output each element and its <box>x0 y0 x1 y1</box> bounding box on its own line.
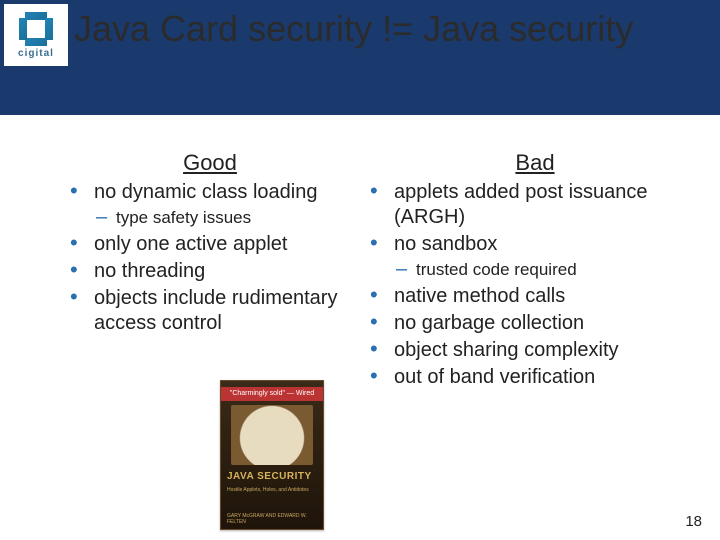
list-item: no threading <box>70 259 350 284</box>
logo-text: cigital <box>18 48 54 59</box>
item-text: objects include rudimentary access contr… <box>94 287 337 334</box>
item-text: no threading <box>94 260 205 282</box>
item-text: object sharing complexity <box>394 339 619 361</box>
list-item: native method calls <box>370 284 700 309</box>
list-item: applets added post issuance (ARGH) <box>370 180 700 230</box>
bad-header: Bad <box>370 150 700 176</box>
slide-title: Java Card security != Java security <box>74 8 633 50</box>
bad-list: applets added post issuance (ARGH) no sa… <box>370 180 700 390</box>
item-text: no garbage collection <box>394 312 584 334</box>
sub-list: trusted code required <box>394 259 700 280</box>
list-item: object sharing complexity <box>370 338 700 363</box>
list-item: no dynamic class loading type safety iss… <box>70 180 350 228</box>
list-item: no garbage collection <box>370 311 700 336</box>
sub-item: type safety issues <box>94 207 350 228</box>
book-art <box>231 405 313 465</box>
book-subtitle: Hostile Applets, Holes, and Antidotes <box>227 487 317 493</box>
good-column: Good no dynamic class loading type safet… <box>0 150 360 392</box>
item-text: only one active applet <box>94 233 287 255</box>
item-text: native method calls <box>394 285 565 307</box>
list-item: out of band verification <box>370 365 700 390</box>
book-banner: "Charmingly sold" — Wired <box>221 387 323 401</box>
sub-list: type safety issues <box>94 207 350 228</box>
content-area: Good no dynamic class loading type safet… <box>0 150 720 392</box>
good-header: Good <box>70 150 350 176</box>
book-cover-image: "Charmingly sold" — Wired JAVA SECURITY … <box>220 380 324 530</box>
book-title: JAVA SECURITY <box>227 471 317 482</box>
page-number: 18 <box>685 513 702 530</box>
list-item: only one active applet <box>70 232 350 257</box>
item-text: no sandbox <box>394 233 497 255</box>
sub-item: trusted code required <box>394 259 700 280</box>
good-list: no dynamic class loading type safety iss… <box>70 180 350 336</box>
company-logo: cigital <box>4 4 68 66</box>
item-text: no dynamic class loading <box>94 181 317 203</box>
item-text: applets added post issuance (ARGH) <box>394 181 648 228</box>
logo-mark <box>19 12 53 46</box>
list-item: no sandbox trusted code required <box>370 232 700 280</box>
book-authors: GARY McGRAW AND EDWARD W. FELTEN <box>227 513 317 525</box>
list-item: objects include rudimentary access contr… <box>70 286 350 336</box>
item-text: out of band verification <box>394 366 595 388</box>
bad-column: Bad applets added post issuance (ARGH) n… <box>360 150 720 392</box>
